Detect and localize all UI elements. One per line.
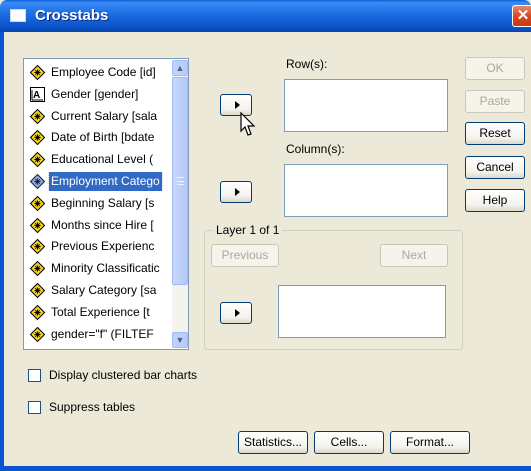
window-title: Crosstabs	[35, 7, 109, 24]
variable-label: Employee Code [id]	[51, 65, 156, 79]
nominal-string-icon: A	[30, 86, 45, 102]
variable-list[interactable]: gender="f" (FILTEF Total Experience [t Sal…	[23, 58, 189, 350]
variable-item[interactable]: Previous Experienc	[28, 237, 174, 256]
scale-icon	[29, 173, 46, 190]
variable-item[interactable]: Educational Level (	[28, 150, 174, 169]
variable-label: Educational Level (	[51, 152, 154, 167]
scale-icon	[29, 151, 46, 168]
variable-label: Current Salary [sala	[51, 108, 158, 123]
variable-item[interactable]: Total Experience [t	[28, 303, 174, 322]
reset-button[interactable]: Reset	[465, 122, 525, 145]
variable-label: Total Experience [t	[51, 304, 150, 319]
clustered-bar-label: Display clustered bar charts	[49, 368, 198, 382]
window-frame-bottom	[0, 466, 531, 471]
window-icon	[10, 9, 26, 22]
variable-item[interactable]: Date of Birth [bdate	[28, 128, 174, 147]
variable-label: Months since Hire [	[51, 217, 154, 232]
help-button[interactable]: Help	[465, 189, 525, 212]
variable-label: Previous Experienc	[51, 239, 155, 254]
right-arrow-icon	[235, 101, 240, 109]
scale-icon	[29, 108, 46, 124]
variable-item[interactable]: Employment Catego	[28, 172, 174, 191]
rows-list[interactable]	[284, 79, 448, 132]
columns-list[interactable]	[284, 164, 448, 217]
paste-button[interactable]: Paste	[465, 90, 525, 113]
svg-text:A: A	[33, 90, 40, 101]
cells-button[interactable]: Cells...	[314, 431, 384, 454]
right-arrow-icon	[235, 188, 240, 196]
scale-icon	[29, 217, 46, 233]
scale-icon	[29, 130, 46, 146]
previous-button[interactable]: Previous	[211, 244, 279, 267]
close-button[interactable]: ✕	[512, 5, 531, 27]
move-to-columns-button[interactable]	[220, 181, 252, 203]
variable-item[interactable]: Current Salary [sala	[28, 107, 174, 126]
rows-label: Row(s):	[286, 57, 328, 71]
variable-label: gender="f" (FILTEF	[51, 326, 154, 341]
scale-icon	[29, 260, 46, 277]
variable-item[interactable]: gender="f" (FILTEF	[28, 325, 174, 344]
variable-list-scrollbar[interactable]: ▲ ▼	[172, 60, 188, 348]
variable-item[interactable]: Months since Hire [	[28, 216, 174, 235]
clustered-bar-checkbox[interactable]	[28, 369, 41, 382]
scroll-up-button[interactable]: ▲	[172, 60, 188, 76]
layer-list[interactable]	[278, 285, 446, 338]
suppress-tables-checkbox[interactable]	[28, 401, 41, 414]
variable-label: Gender [gender]	[51, 86, 139, 101]
mouse-cursor-icon	[240, 112, 256, 136]
variable-item[interactable]: Minority Classificatic	[28, 259, 174, 278]
scale-icon	[29, 239, 46, 255]
suppress-tables-label: Suppress tables	[49, 400, 136, 414]
variable-label: Employment Catego	[48, 172, 163, 191]
format-button[interactable]: Format...	[390, 431, 470, 454]
variable-item[interactable]: Salary Category [sa	[28, 281, 174, 300]
window-frame-left	[0, 32, 4, 471]
layer-label: Layer 1 of 1	[213, 223, 283, 237]
statistics-button[interactable]: Statistics...	[238, 431, 308, 454]
scroll-down-button[interactable]: ▼	[172, 332, 188, 348]
title-bar: Crosstabs ✕	[0, 0, 531, 32]
variable-label: Date of Birth [bdate	[51, 130, 155, 145]
ok-button[interactable]: OK	[465, 57, 525, 80]
variable-label: Minority Classificatic	[51, 261, 160, 276]
variable-item[interactable]: A Gender [gender]	[28, 85, 174, 104]
scale-icon	[29, 282, 46, 299]
scale-icon	[29, 304, 46, 321]
columns-label: Column(s):	[286, 142, 345, 156]
scale-icon	[29, 64, 46, 81]
variable-label: Salary Category [sa	[51, 283, 157, 297]
next-button[interactable]: Next	[380, 244, 448, 267]
scale-icon	[29, 195, 46, 212]
variable-item[interactable]: Beginning Salary [s	[28, 194, 174, 213]
cancel-button[interactable]: Cancel	[465, 156, 525, 179]
variable-label: Beginning Salary [s	[51, 195, 155, 210]
variable-item[interactable]: Employee Code [id]	[28, 63, 174, 82]
scroll-thumb[interactable]	[172, 77, 188, 285]
scale-icon	[29, 326, 46, 342]
